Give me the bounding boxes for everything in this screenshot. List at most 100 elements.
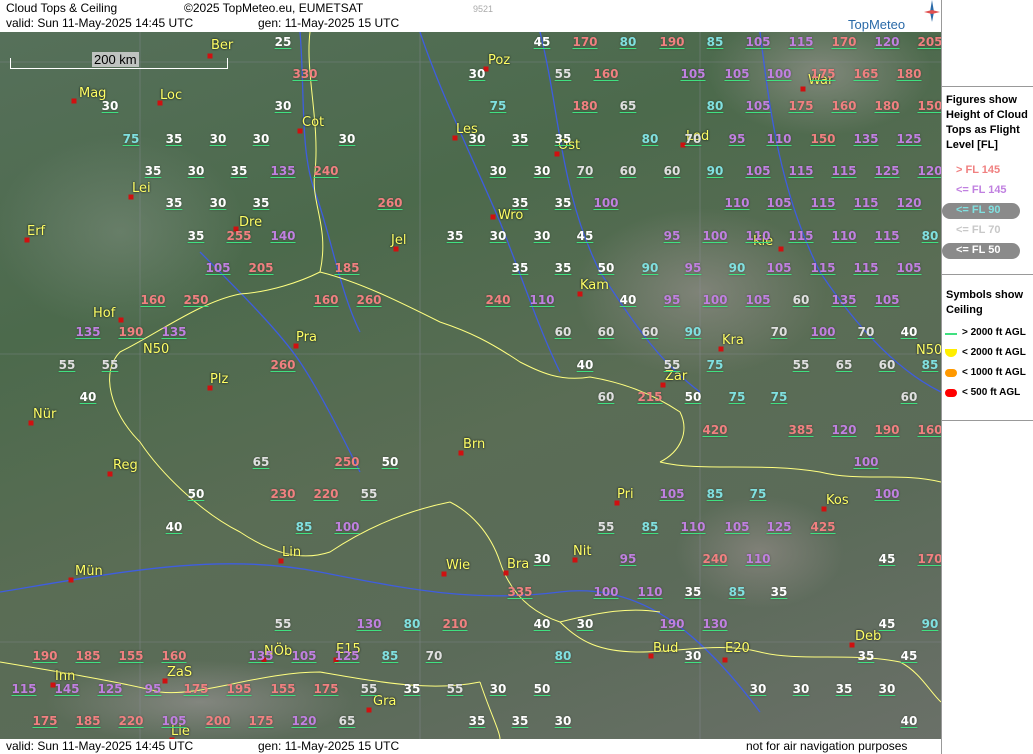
cloud-top-value: 330: [292, 67, 318, 81]
cloud-top-value: 90: [641, 261, 659, 275]
cloud-top-value: 150: [917, 99, 941, 113]
cloud-top-value: 135: [161, 325, 187, 339]
cloud-top-value: 100: [766, 67, 792, 81]
city-marker: [293, 343, 299, 349]
copyright: ©2025 TopMeteo.eu, EUMETSAT: [184, 1, 364, 15]
cloud-top-value: 35: [511, 132, 529, 146]
ceiling-legend-label: > 2000 ft AGL: [962, 327, 1026, 338]
city-marker: [718, 346, 724, 352]
cloud-top-value: 115: [853, 196, 879, 210]
fl-legend-item: <= FL 50: [942, 243, 1033, 259]
ceiling-symbol-icon: [945, 333, 957, 335]
cloud-top-value: 180: [874, 99, 900, 113]
cloud-top-value: 175: [183, 682, 209, 696]
cloud-top-value: 175: [32, 714, 58, 728]
cloud-top-value: 30: [468, 132, 486, 146]
cloud-top-value: 80: [641, 132, 659, 146]
city-marker: [572, 557, 578, 563]
cloud-top-value: 30: [749, 682, 767, 696]
cloud-top-value: 55: [792, 358, 810, 372]
cloud-top-value: 260: [377, 196, 403, 210]
cloud-top-value: 30: [576, 617, 594, 631]
city-label: Cot: [302, 115, 325, 130]
legend-panel: Figures show Height of Cloud Tops as Fli…: [941, 0, 1033, 754]
city-marker: [648, 653, 654, 659]
city-label: Nür: [33, 407, 57, 422]
cloud-top-value: 40: [576, 358, 594, 372]
cloud-top-value: 105: [745, 164, 771, 178]
satellite-map[interactable]: 200 km Ber Poz Mag Loc War Cot Les Lod Ost Lei Wro…: [0, 32, 941, 739]
cloud-top-value: 155: [270, 682, 296, 696]
cloud-top-value: 80: [403, 617, 421, 631]
cloud-top-value: 105: [724, 67, 750, 81]
city-label: Gra: [373, 694, 397, 709]
city-label: Kra: [722, 333, 744, 348]
cloud-top-value: 55: [360, 487, 378, 501]
cloud-top-value: 85: [921, 358, 939, 372]
cloud-top-value: 35: [857, 649, 875, 663]
cloud-top-value: 60: [597, 390, 615, 404]
logo-text: TopMeteo: [848, 17, 906, 32]
cloud-top-value: 45: [878, 552, 896, 566]
gen-time: gen: 11-May-2025 15 UTC: [258, 16, 400, 30]
cloud-top-value: 35: [446, 229, 464, 243]
cloud-top-value: 35: [554, 261, 572, 275]
city-marker: [24, 237, 30, 243]
cloud-top-value: 75: [728, 390, 746, 404]
cloud-top-value: 110: [637, 585, 663, 599]
cloud-top-value: 115: [788, 35, 814, 49]
cloud-top-value: 90: [728, 261, 746, 275]
city-marker: [297, 128, 303, 134]
ceiling-legend-label: < 500 ft AGL: [962, 387, 1021, 398]
cloud-top-value: 35: [554, 132, 572, 146]
city-marker: [207, 53, 213, 59]
city-marker: [490, 214, 496, 220]
cloud-top-value: 100: [593, 585, 619, 599]
cloud-top-value: 105: [205, 261, 231, 275]
cloud-top-value: 95: [619, 552, 637, 566]
cloud-top-value: 170: [831, 35, 857, 49]
cloud-top-value: 100: [702, 293, 728, 307]
cloud-top-value: 170: [917, 552, 941, 566]
city-label: Mün: [75, 564, 103, 579]
cloud-top-value: 240: [485, 293, 511, 307]
cloud-top-value: 175: [248, 714, 274, 728]
cloud-top-value: 30: [792, 682, 810, 696]
cloud-top-value: 135: [270, 164, 296, 178]
cloud-top-value: 55: [360, 682, 378, 696]
cloud-top-value: 85: [295, 520, 313, 534]
city-marker: [800, 86, 806, 92]
cloud-top-value: 35: [165, 132, 183, 146]
cloud-top-value: 125: [334, 649, 360, 663]
cloud-top-value: 125: [874, 164, 900, 178]
header-bar: Cloud Tops & Ceiling ©2025 TopMeteo.eu, …: [0, 0, 941, 32]
cloud-top-value: 70: [684, 132, 702, 146]
cloud-top-value: 120: [917, 164, 941, 178]
fl-legend-item: <= FL 145: [942, 183, 1033, 199]
cloud-top-value: 130: [356, 617, 382, 631]
city-label: Hof: [93, 306, 116, 321]
cloud-top-value: 35: [835, 682, 853, 696]
map-title: Cloud Tops & Ceiling: [6, 1, 118, 15]
fl-legend-label: <= FL 90: [956, 204, 1001, 216]
cloud-top-value: 115: [788, 164, 814, 178]
cloud-top-value: 60: [597, 325, 615, 339]
cloud-top-value: 50: [533, 682, 551, 696]
cloud-top-value: 185: [75, 714, 101, 728]
cloud-top-value: 35: [511, 261, 529, 275]
cloud-top-value: 190: [874, 423, 900, 437]
cloud-top-value: 115: [831, 164, 857, 178]
cloud-top-value: 35: [684, 585, 702, 599]
cloud-top-value: 55: [58, 358, 76, 372]
city-marker: [278, 558, 284, 564]
cloud-top-value: 165: [853, 67, 879, 81]
cloud-top-value: 150: [810, 132, 836, 146]
ceiling-legend-label: < 2000 ft AGL: [962, 347, 1026, 358]
cloud-top-value: 40: [900, 325, 918, 339]
cloud-top-value: 100: [593, 196, 619, 210]
cloud-top-value: 110: [680, 520, 706, 534]
cloud-top-value: 70: [425, 649, 443, 663]
cloud-top-value: 145: [54, 682, 80, 696]
cloud-top-value: 50: [381, 455, 399, 469]
cloud-top-value: 30: [209, 132, 227, 146]
